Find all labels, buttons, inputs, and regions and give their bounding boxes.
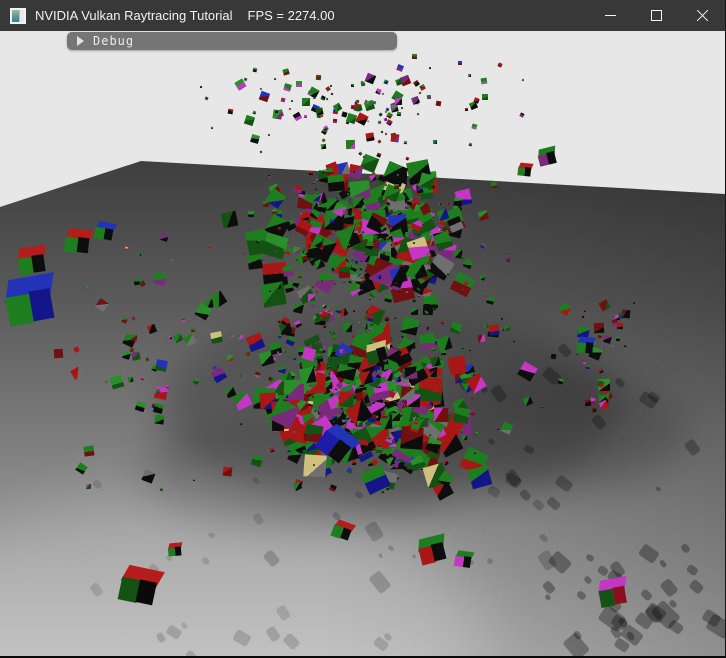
feature-cube bbox=[596, 577, 627, 608]
feature-cube bbox=[1, 273, 54, 326]
maximize-icon bbox=[651, 10, 662, 21]
feature-cube bbox=[314, 421, 358, 465]
cube-face bbox=[524, 167, 531, 176]
cube-face bbox=[463, 556, 472, 567]
feature-cube bbox=[167, 542, 181, 556]
feature-cube bbox=[15, 245, 45, 275]
feature-cube bbox=[415, 534, 447, 566]
title-bar: NVIDIA Vulkan Raytracing Tutorial FPS = … bbox=[0, 0, 725, 31]
cube-face bbox=[175, 547, 182, 556]
window-controls bbox=[587, 0, 725, 31]
feature-cube bbox=[364, 341, 389, 366]
app-window: NVIDIA Vulkan Raytracing Tutorial FPS = … bbox=[0, 0, 726, 658]
window-title: NVIDIA Vulkan Raytracing Tutorial bbox=[35, 8, 233, 23]
cube-face bbox=[103, 228, 113, 241]
feature-cubes bbox=[0, 31, 726, 656]
feature-cube bbox=[576, 336, 593, 353]
cube-face bbox=[585, 342, 593, 353]
feature-cube bbox=[517, 162, 531, 176]
cube-face bbox=[546, 151, 556, 164]
close-icon bbox=[696, 9, 709, 22]
app-window-icon bbox=[10, 8, 26, 24]
triangle-right-icon bbox=[77, 36, 84, 46]
debug-panel-label: Debug bbox=[93, 34, 134, 48]
cube-face bbox=[77, 237, 90, 254]
minimize-button[interactable] bbox=[587, 0, 633, 31]
cube-face bbox=[136, 579, 157, 605]
feature-cube bbox=[454, 550, 472, 568]
minimize-icon bbox=[605, 15, 616, 16]
render-viewport[interactable]: Debug bbox=[0, 31, 726, 656]
maximize-button[interactable] bbox=[633, 0, 679, 31]
feature-cube bbox=[94, 221, 115, 242]
cube-face bbox=[31, 254, 46, 273]
close-button[interactable] bbox=[679, 0, 725, 31]
feature-cube bbox=[117, 564, 160, 607]
feature-cube bbox=[330, 518, 353, 541]
debug-panel-header[interactable]: Debug bbox=[67, 32, 397, 50]
feature-cube bbox=[64, 228, 90, 254]
feature-cube bbox=[536, 146, 557, 167]
fps-counter: FPS = 2274.00 bbox=[248, 8, 335, 23]
